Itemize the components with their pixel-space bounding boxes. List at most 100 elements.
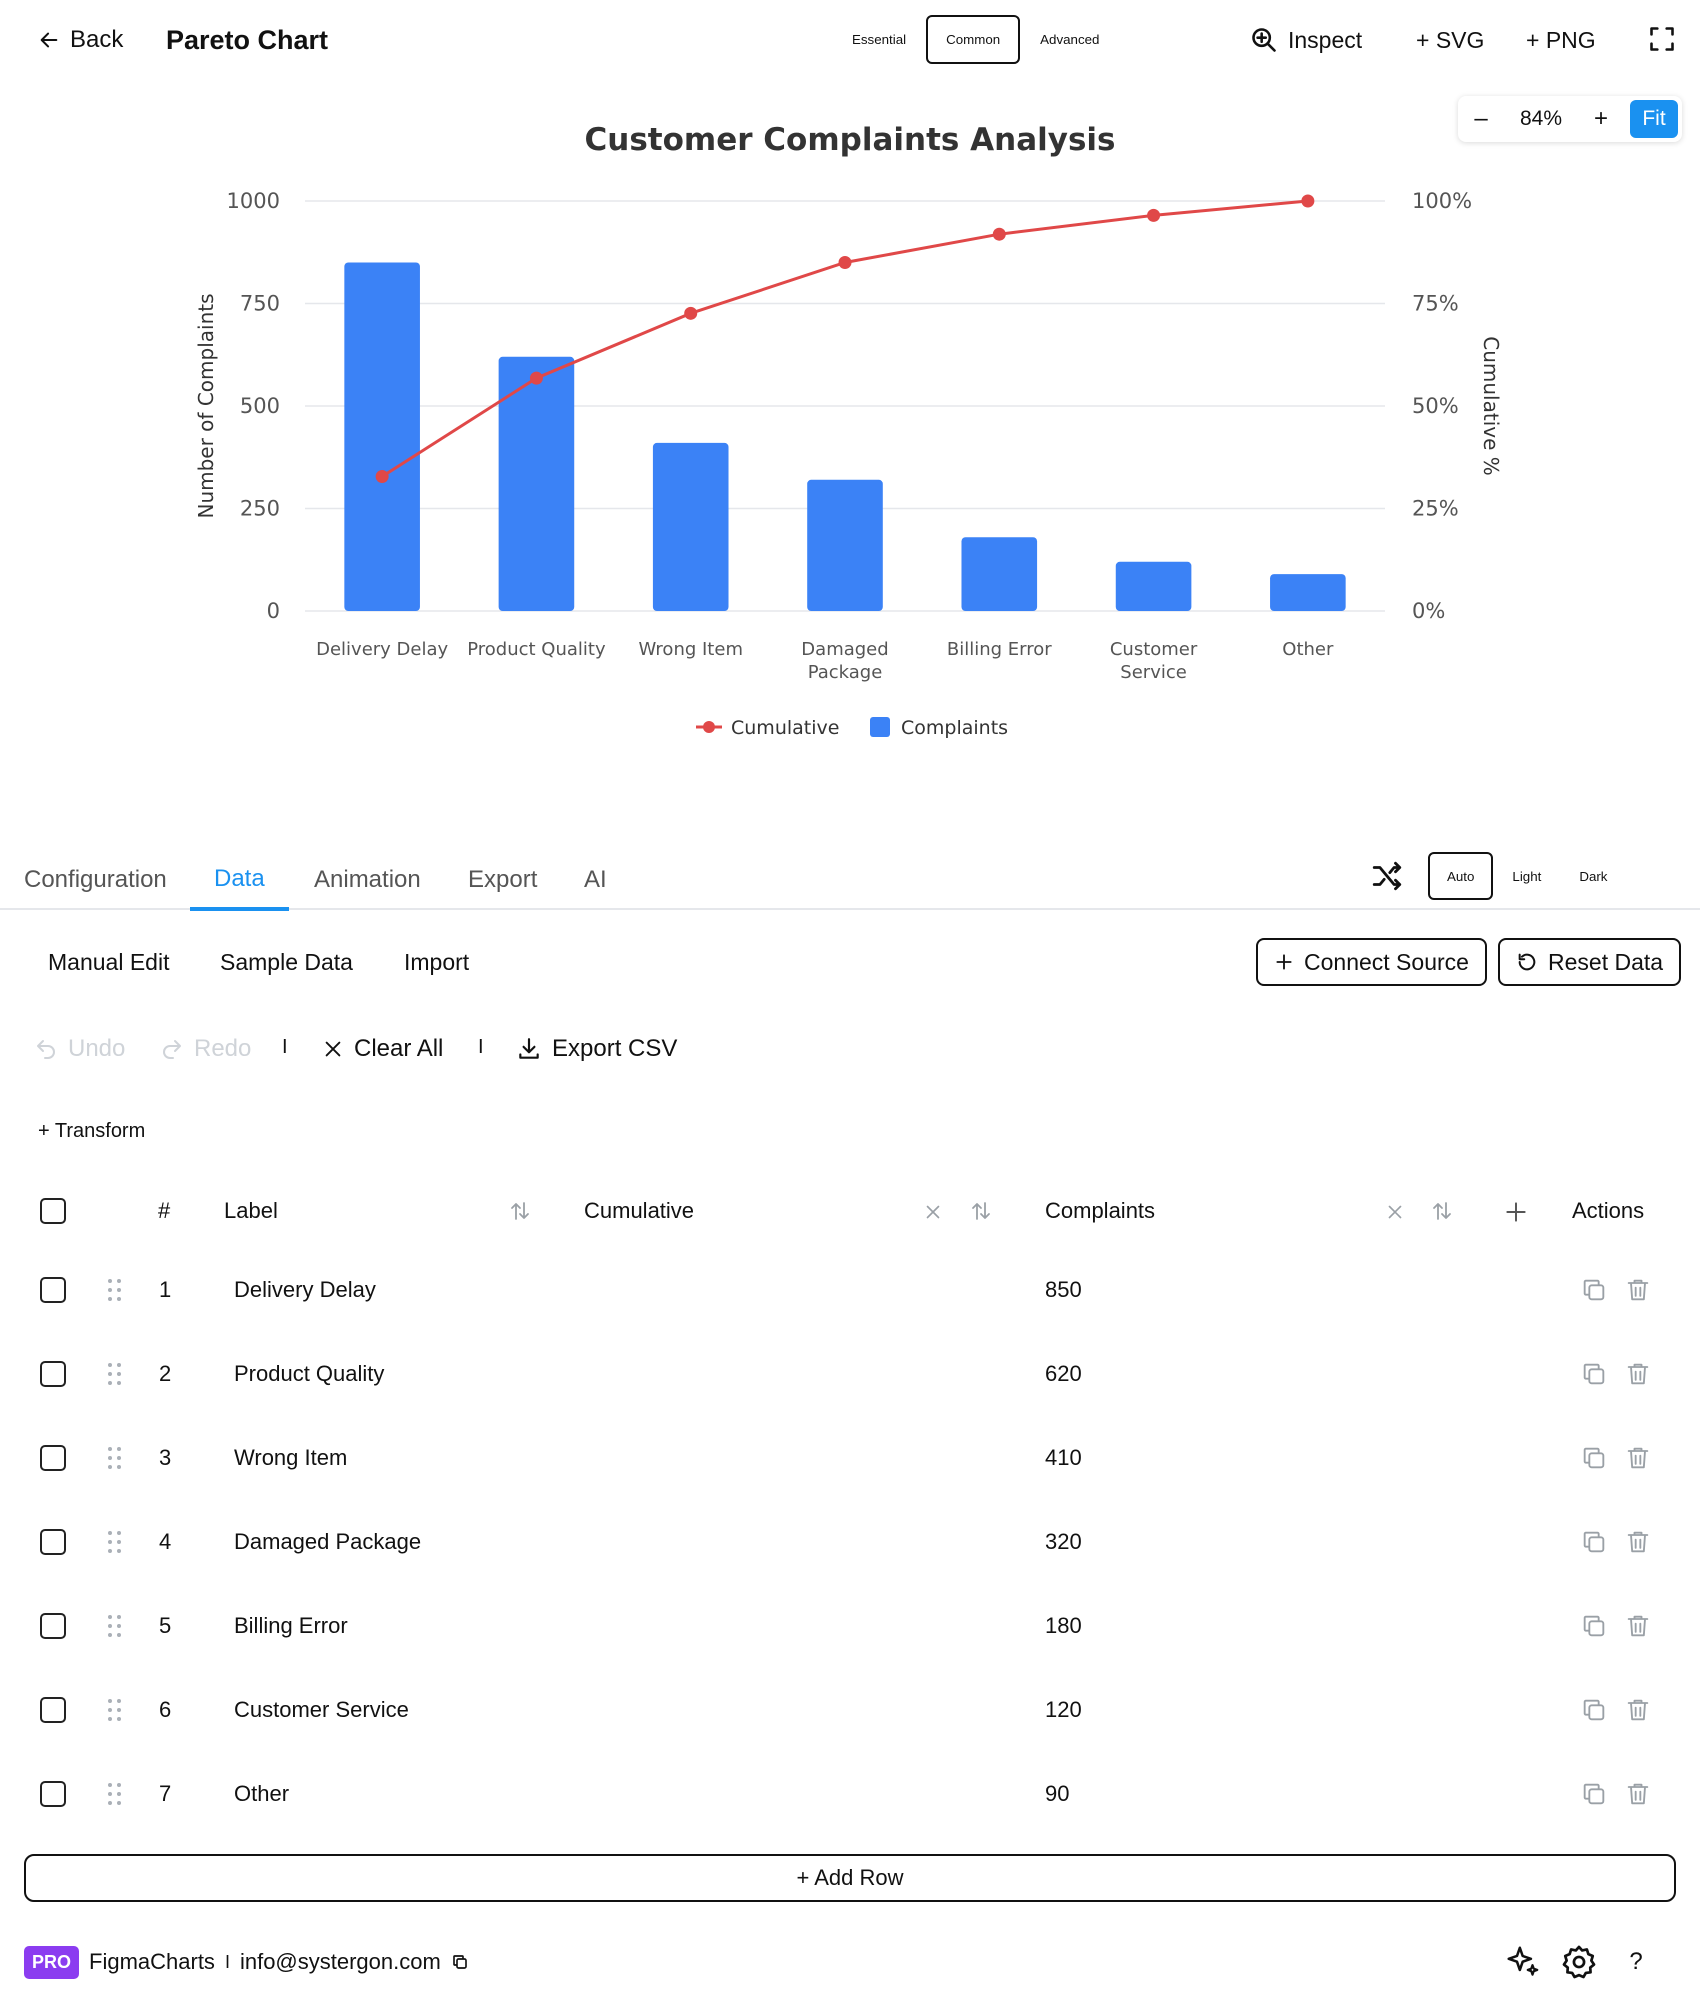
drag-handle[interactable] bbox=[108, 1416, 121, 1500]
row-index: 7 bbox=[159, 1781, 172, 1806]
row-complaints-cell[interactable]: 180 bbox=[1045, 1584, 1082, 1668]
duplicate-row-button[interactable] bbox=[1580, 1443, 1610, 1473]
row-label-cell[interactable]: Wrong Item bbox=[234, 1416, 347, 1500]
table-row: 4 Damaged Package 320 bbox=[0, 1500, 1700, 1584]
settings-button[interactable] bbox=[1560, 1942, 1600, 1982]
support-email[interactable]: info@systergon.com bbox=[240, 1949, 441, 1975]
transform-button[interactable]: + Transform bbox=[38, 1116, 145, 1146]
fullscreen-button[interactable] bbox=[1648, 24, 1678, 54]
add-png-button[interactable]: + PNG bbox=[1526, 22, 1596, 58]
theme-label: Auto bbox=[1447, 868, 1475, 884]
reset-data-button[interactable]: Reset Data bbox=[1498, 938, 1682, 986]
row-complaints-cell[interactable]: 320 bbox=[1045, 1500, 1082, 1584]
theme-dark[interactable]: Dark bbox=[1560, 852, 1626, 900]
delete-row-button[interactable] bbox=[1624, 1779, 1654, 1809]
row-checkbox[interactable] bbox=[40, 1697, 66, 1723]
row-label-cell[interactable]: Delivery Delay bbox=[234, 1248, 376, 1332]
grip-icon bbox=[108, 1783, 121, 1805]
copy-email-button[interactable] bbox=[451, 1952, 471, 1972]
row-label-cell[interactable]: Product Quality bbox=[234, 1332, 384, 1416]
theme-label: Dark bbox=[1579, 868, 1608, 884]
import-tab[interactable]: Import bbox=[404, 944, 469, 980]
row-label-cell[interactable]: Damaged Package bbox=[234, 1500, 421, 1584]
redo-label: Redo bbox=[194, 1035, 252, 1062]
export-csv-button[interactable]: Export CSV bbox=[516, 1030, 677, 1068]
x-tick-label: Product Quality bbox=[467, 639, 606, 660]
segment-essential[interactable]: Essential bbox=[832, 15, 926, 64]
duplicate-row-button[interactable] bbox=[1580, 1359, 1610, 1389]
export-csv-label: Export CSV bbox=[552, 1035, 678, 1062]
drag-handle[interactable] bbox=[108, 1668, 121, 1752]
drag-handle[interactable] bbox=[108, 1248, 121, 1332]
delete-row-button[interactable] bbox=[1624, 1359, 1654, 1389]
x-tick-label: Customer bbox=[1110, 639, 1198, 660]
segment-common[interactable]: Common bbox=[926, 15, 1021, 64]
manual-edit-tab[interactable]: Manual Edit bbox=[48, 944, 169, 980]
select-all-checkbox[interactable] bbox=[40, 1198, 66, 1224]
add-svg-button[interactable]: + SVG bbox=[1416, 22, 1484, 58]
drag-handle[interactable] bbox=[108, 1752, 121, 1836]
y2-tick-label: 75% bbox=[1412, 292, 1459, 316]
sort-label-button[interactable] bbox=[508, 1198, 534, 1224]
row-label-cell[interactable]: Other bbox=[234, 1752, 289, 1836]
tab-configuration[interactable]: Configuration bbox=[0, 850, 191, 910]
table-row: 7 Other 90 bbox=[0, 1752, 1700, 1836]
segment-advanced[interactable]: Advanced bbox=[1020, 15, 1119, 64]
grip-icon bbox=[108, 1447, 121, 1469]
drag-handle[interactable] bbox=[108, 1500, 121, 1584]
drag-handle[interactable] bbox=[108, 1584, 121, 1668]
row-complaints-cell[interactable]: 410 bbox=[1045, 1416, 1082, 1500]
shuffle-button[interactable] bbox=[1370, 858, 1406, 894]
row-checkbox[interactable] bbox=[40, 1361, 66, 1387]
remove-complaints-column-button[interactable] bbox=[1384, 1200, 1408, 1224]
tab-data[interactable]: Data bbox=[190, 850, 289, 911]
trash-icon bbox=[1627, 1783, 1649, 1805]
copy-icon bbox=[1583, 1699, 1605, 1721]
delete-row-button[interactable] bbox=[1624, 1275, 1654, 1305]
delete-row-button[interactable] bbox=[1624, 1527, 1654, 1557]
duplicate-row-button[interactable] bbox=[1580, 1695, 1610, 1725]
add-row-button[interactable]: + Add Row bbox=[24, 1854, 1676, 1902]
connect-source-label: Connect Source bbox=[1304, 948, 1469, 975]
redo-button[interactable]: Redo bbox=[160, 1030, 251, 1068]
theme-light[interactable]: Light bbox=[1493, 852, 1560, 900]
duplicate-row-button[interactable] bbox=[1580, 1779, 1610, 1809]
add-column-button[interactable] bbox=[1503, 1198, 1531, 1226]
clear-all-button[interactable]: Clear All bbox=[322, 1030, 443, 1068]
bar bbox=[652, 442, 729, 611]
trash-icon bbox=[1627, 1363, 1649, 1385]
duplicate-row-button[interactable] bbox=[1580, 1275, 1610, 1305]
delete-row-button[interactable] bbox=[1624, 1443, 1654, 1473]
theme-auto[interactable]: Auto bbox=[1428, 852, 1494, 900]
sort-cumulative-button[interactable] bbox=[969, 1198, 995, 1224]
row-checkbox[interactable] bbox=[40, 1781, 66, 1807]
duplicate-row-button[interactable] bbox=[1580, 1527, 1610, 1557]
row-complaints-cell[interactable]: 850 bbox=[1045, 1248, 1082, 1332]
sort-complaints-button[interactable] bbox=[1430, 1198, 1456, 1224]
row-complaints-cell[interactable]: 620 bbox=[1045, 1332, 1082, 1416]
tab-ai[interactable]: AI bbox=[560, 850, 631, 910]
remove-cumulative-column-button[interactable] bbox=[922, 1200, 946, 1224]
row-label-cell[interactable]: Billing Error bbox=[234, 1584, 348, 1668]
table-row: 5 Billing Error 180 bbox=[0, 1584, 1700, 1668]
inspect-button[interactable]: Inspect bbox=[1250, 22, 1362, 58]
delete-row-button[interactable] bbox=[1624, 1695, 1654, 1725]
row-complaints-cell[interactable]: 120 bbox=[1045, 1668, 1082, 1752]
ai-assistant-button[interactable] bbox=[1504, 1942, 1544, 1982]
back-button[interactable]: Back bbox=[38, 22, 123, 58]
help-button[interactable]: ? bbox=[1620, 1942, 1652, 1982]
duplicate-row-button[interactable] bbox=[1580, 1611, 1610, 1641]
connect-source-button[interactable]: Connect Source bbox=[1256, 938, 1487, 986]
row-checkbox[interactable] bbox=[40, 1529, 66, 1555]
row-checkbox[interactable] bbox=[40, 1613, 66, 1639]
tab-animation[interactable]: Animation bbox=[290, 850, 445, 910]
tab-export[interactable]: Export bbox=[444, 850, 561, 910]
row-checkbox[interactable] bbox=[40, 1277, 66, 1303]
row-complaints-cell[interactable]: 90 bbox=[1045, 1752, 1069, 1836]
row-label-cell[interactable]: Customer Service bbox=[234, 1668, 409, 1752]
delete-row-button[interactable] bbox=[1624, 1611, 1654, 1641]
drag-handle[interactable] bbox=[108, 1332, 121, 1416]
row-checkbox[interactable] bbox=[40, 1445, 66, 1471]
sample-data-tab[interactable]: Sample Data bbox=[220, 944, 353, 980]
undo-button[interactable]: Undo bbox=[34, 1030, 125, 1068]
